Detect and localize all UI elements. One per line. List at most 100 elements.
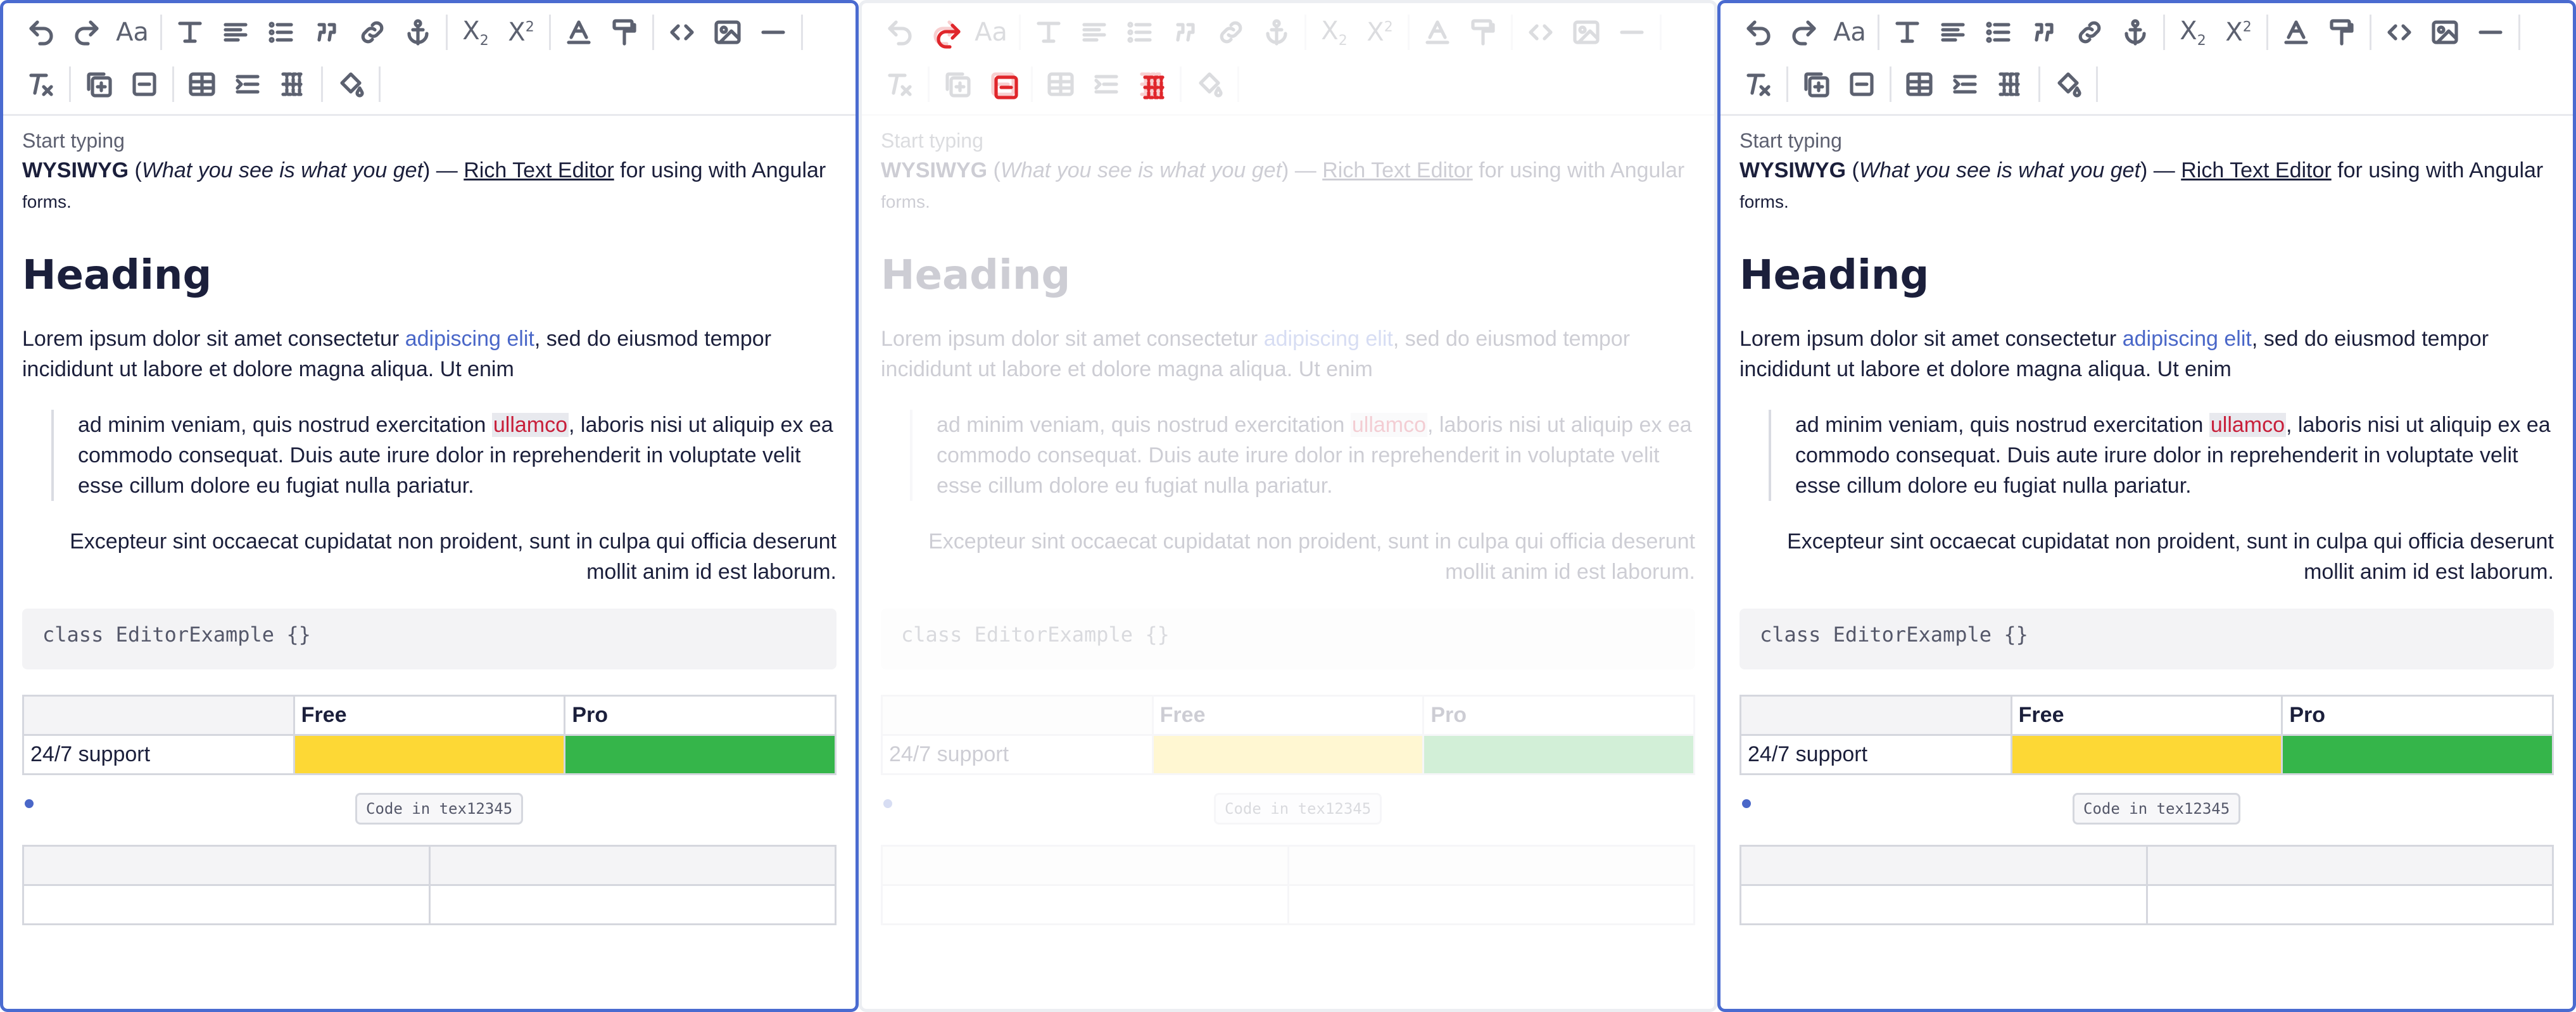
format-painter-icon[interactable] [2319, 9, 2364, 55]
table-cell[interactable] [2145, 845, 2554, 886]
table-cell-yellow[interactable] [2010, 734, 2283, 775]
p1-link[interactable]: adipiscing elit [2123, 327, 2252, 351]
table-cell[interactable]: 24/7 support [881, 734, 1154, 775]
text-color-icon[interactable] [556, 9, 602, 55]
link-icon[interactable] [2067, 9, 2112, 55]
link-icon[interactable] [1208, 9, 1254, 55]
font-size-icon[interactable]: Aa [110, 9, 155, 55]
table-header-cell[interactable]: Free [1151, 695, 1425, 736]
table-cell[interactable] [428, 884, 837, 925]
link-icon[interactable] [350, 9, 395, 55]
delete-column-icon[interactable] [122, 61, 167, 107]
merge-icon[interactable] [225, 61, 270, 107]
horizontal-rule-icon[interactable] [1609, 9, 1655, 55]
clear-format-icon[interactable] [1736, 61, 1781, 107]
superscript-icon[interactable]: X2 [2216, 9, 2261, 55]
insert-column-icon[interactable] [935, 61, 980, 107]
merge-icon[interactable] [1083, 61, 1129, 107]
table-cell[interactable] [1739, 884, 2148, 925]
table-cell-yellow[interactable] [293, 734, 566, 775]
align-icon[interactable] [1071, 9, 1117, 55]
p1-link[interactable]: adipiscing elit [1264, 327, 1393, 351]
table-cell[interactable] [1739, 845, 2148, 886]
intro-link[interactable]: Rich Text Editor [1322, 158, 1472, 182]
editor-content[interactable]: Start typing WYSIWYG (What you see is wh… [881, 127, 1695, 925]
editor-panel-3[interactable]: Aa X2 X2 Start typing WYSIWYG (What you se… [1717, 0, 2576, 1012]
fill-color-icon[interactable] [2045, 61, 2091, 107]
editor-content[interactable]: Start typing WYSIWYG (What you see is wh… [1739, 127, 2554, 925]
text-style-icon[interactable] [1885, 9, 1930, 55]
blockquote-icon[interactable] [2021, 9, 2067, 55]
subscript-icon[interactable]: X2 [2170, 9, 2216, 55]
editor-content[interactable]: Start typing WYSIWYG (What you see is wh… [22, 127, 837, 925]
blockquote-icon[interactable] [1163, 9, 1208, 55]
blockquote-icon[interactable] [304, 9, 350, 55]
format-painter-icon[interactable] [1460, 9, 1506, 55]
undo-icon[interactable] [18, 9, 64, 55]
split-icon[interactable] [1988, 61, 2033, 107]
insert-column-icon[interactable] [1793, 61, 1839, 107]
clear-format-icon[interactable] [877, 61, 923, 107]
table-cell[interactable]: 24/7 support [1739, 734, 2012, 775]
p1-link[interactable]: adipiscing elit [405, 327, 534, 351]
table-header-cell[interactable]: Free [293, 695, 566, 736]
redo-icon[interactable] [64, 9, 110, 55]
list-icon[interactable] [258, 9, 304, 55]
editor-panel-2[interactable]: Aa X2 X2 Start typing WYSIWYG (What you se… [859, 0, 1717, 1012]
table-cell-green[interactable] [564, 734, 837, 775]
subscript-icon[interactable]: X2 [1311, 9, 1357, 55]
undo-icon[interactable] [1736, 9, 1781, 55]
superscript-icon[interactable]: X2 [1357, 9, 1403, 55]
table-cell[interactable] [2145, 884, 2554, 925]
list-icon[interactable] [1976, 9, 2021, 55]
image-icon[interactable] [2422, 9, 2468, 55]
insert-column-icon[interactable] [76, 61, 122, 107]
redo-icon[interactable] [926, 13, 971, 58]
undo-icon[interactable] [877, 9, 923, 55]
table-header-cell[interactable]: Pro [564, 695, 837, 736]
table-header-cell[interactable] [881, 695, 1154, 736]
text-color-icon[interactable] [1415, 9, 1460, 55]
text-style-icon[interactable] [167, 9, 213, 55]
table-cell-green[interactable] [2281, 734, 2554, 775]
table-cell[interactable] [22, 845, 431, 886]
font-size-icon[interactable]: Aa [968, 9, 1014, 55]
intro-link[interactable]: Rich Text Editor [464, 158, 614, 182]
format-painter-icon[interactable] [602, 9, 647, 55]
delete-column-icon[interactable] [983, 65, 1029, 110]
align-icon[interactable] [213, 9, 258, 55]
table-header-cell[interactable]: Free [2010, 695, 2283, 736]
image-icon[interactable] [1563, 9, 1609, 55]
delete-column-icon[interactable] [1839, 61, 1885, 107]
table-cell[interactable] [1287, 884, 1695, 925]
editor-panel-1[interactable]: Aa X2 X2 Start typing WYSIWYG (What you se… [0, 0, 859, 1012]
fill-color-icon[interactable] [1187, 61, 1232, 107]
anchor-icon[interactable] [395, 9, 441, 55]
text-style-icon[interactable] [1026, 9, 1071, 55]
subscript-icon[interactable]: X2 [453, 9, 498, 55]
merge-icon[interactable] [1942, 61, 1988, 107]
clear-format-icon[interactable] [18, 61, 64, 107]
table-cell[interactable] [22, 884, 431, 925]
table-header-cell[interactable]: Pro [2281, 695, 2554, 736]
fill-color-icon[interactable] [328, 61, 374, 107]
table-header-cell[interactable] [1739, 695, 2012, 736]
table-cell[interactable] [428, 845, 837, 886]
align-icon[interactable] [1930, 9, 1976, 55]
code-icon[interactable] [2377, 9, 2422, 55]
table-icon[interactable] [1897, 61, 1942, 107]
table-icon[interactable] [1038, 61, 1083, 107]
split-icon[interactable] [1132, 65, 1178, 110]
split-icon[interactable] [270, 61, 316, 107]
table-cell[interactable]: 24/7 support [22, 734, 295, 775]
table-cell[interactable] [881, 845, 1289, 886]
intro-link[interactable]: Rich Text Editor [2181, 158, 2331, 182]
table-header-cell[interactable]: Pro [1422, 695, 1695, 736]
table-icon[interactable] [179, 61, 225, 107]
table-cell[interactable] [881, 884, 1289, 925]
text-color-icon[interactable] [2273, 9, 2319, 55]
anchor-icon[interactable] [1254, 9, 1299, 55]
table-cell[interactable] [1287, 845, 1695, 886]
horizontal-rule-icon[interactable] [750, 9, 796, 55]
table-header-cell[interactable] [22, 695, 295, 736]
